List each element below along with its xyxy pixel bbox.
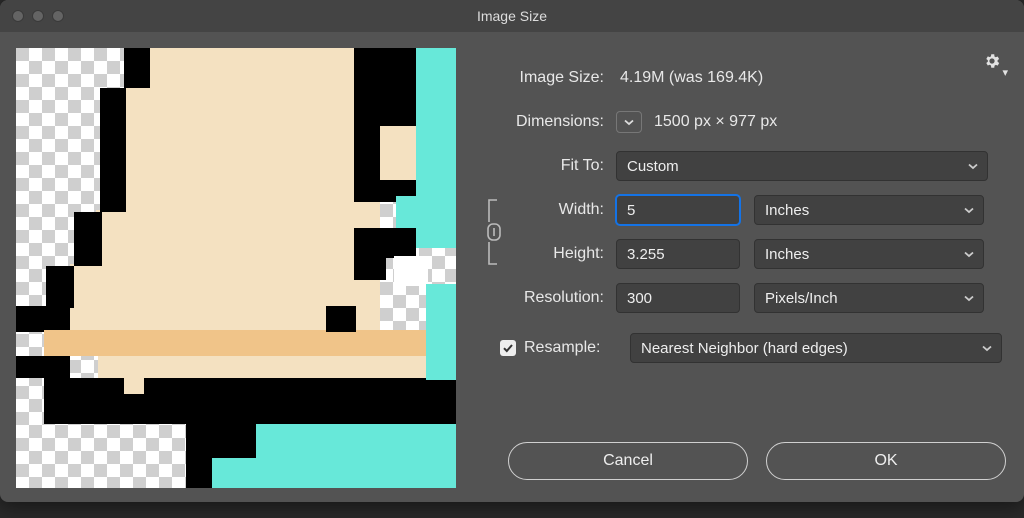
ok-button[interactable]: OK: [766, 442, 1006, 480]
preview-image: [16, 48, 456, 488]
constrain-proportions[interactable]: [476, 188, 512, 276]
fit-to-value: Custom: [627, 158, 679, 175]
image-size-label: Image Size:: [476, 69, 616, 87]
dimensions-label: Dimensions:: [476, 113, 616, 131]
height-input[interactable]: [616, 239, 740, 269]
preview-pane: [16, 48, 456, 488]
image-size-value: 4.19M (was 169.4K): [616, 69, 763, 87]
height-label: Height:: [512, 245, 616, 263]
resolution-label: Resolution:: [476, 289, 616, 307]
form-area: ▾ Image Size: 4.19M (was 169.4K) Dimensi…: [476, 48, 1008, 486]
chevron-down-icon: [981, 342, 993, 354]
height-unit-value: Inches: [765, 246, 809, 263]
chevron-down-icon: [963, 248, 975, 260]
fit-to-select[interactable]: Custom: [616, 151, 988, 181]
resample-label: Resample:: [524, 339, 616, 357]
chevron-down-icon: [967, 160, 979, 172]
width-unit-select[interactable]: Inches: [754, 195, 984, 225]
chevron-down-icon: [963, 292, 975, 304]
chevron-down-icon: [963, 204, 975, 216]
width-unit-value: Inches: [765, 202, 809, 219]
resolution-unit-value: Pixels/Inch: [765, 290, 838, 307]
cancel-button[interactable]: Cancel: [508, 442, 748, 480]
width-input[interactable]: [616, 195, 740, 225]
dimensions-unit-dropdown[interactable]: [616, 111, 642, 133]
resample-select[interactable]: Nearest Neighbor (hard edges): [630, 333, 1002, 363]
resolution-input[interactable]: [616, 283, 740, 313]
resample-value: Nearest Neighbor (hard edges): [641, 340, 848, 357]
dialog-title: Image Size: [0, 8, 1024, 24]
image-size-dialog: Image Size: [0, 0, 1024, 502]
gear-icon[interactable]: ▾: [982, 52, 1002, 70]
dimensions-value: 1500 px × 977 px: [650, 113, 777, 131]
width-label: Width:: [512, 201, 616, 219]
resample-checkbox[interactable]: [500, 340, 516, 356]
resolution-unit-select[interactable]: Pixels/Inch: [754, 283, 984, 313]
titlebar: Image Size: [0, 0, 1024, 32]
height-unit-select[interactable]: Inches: [754, 239, 984, 269]
fit-to-label: Fit To:: [476, 157, 616, 175]
